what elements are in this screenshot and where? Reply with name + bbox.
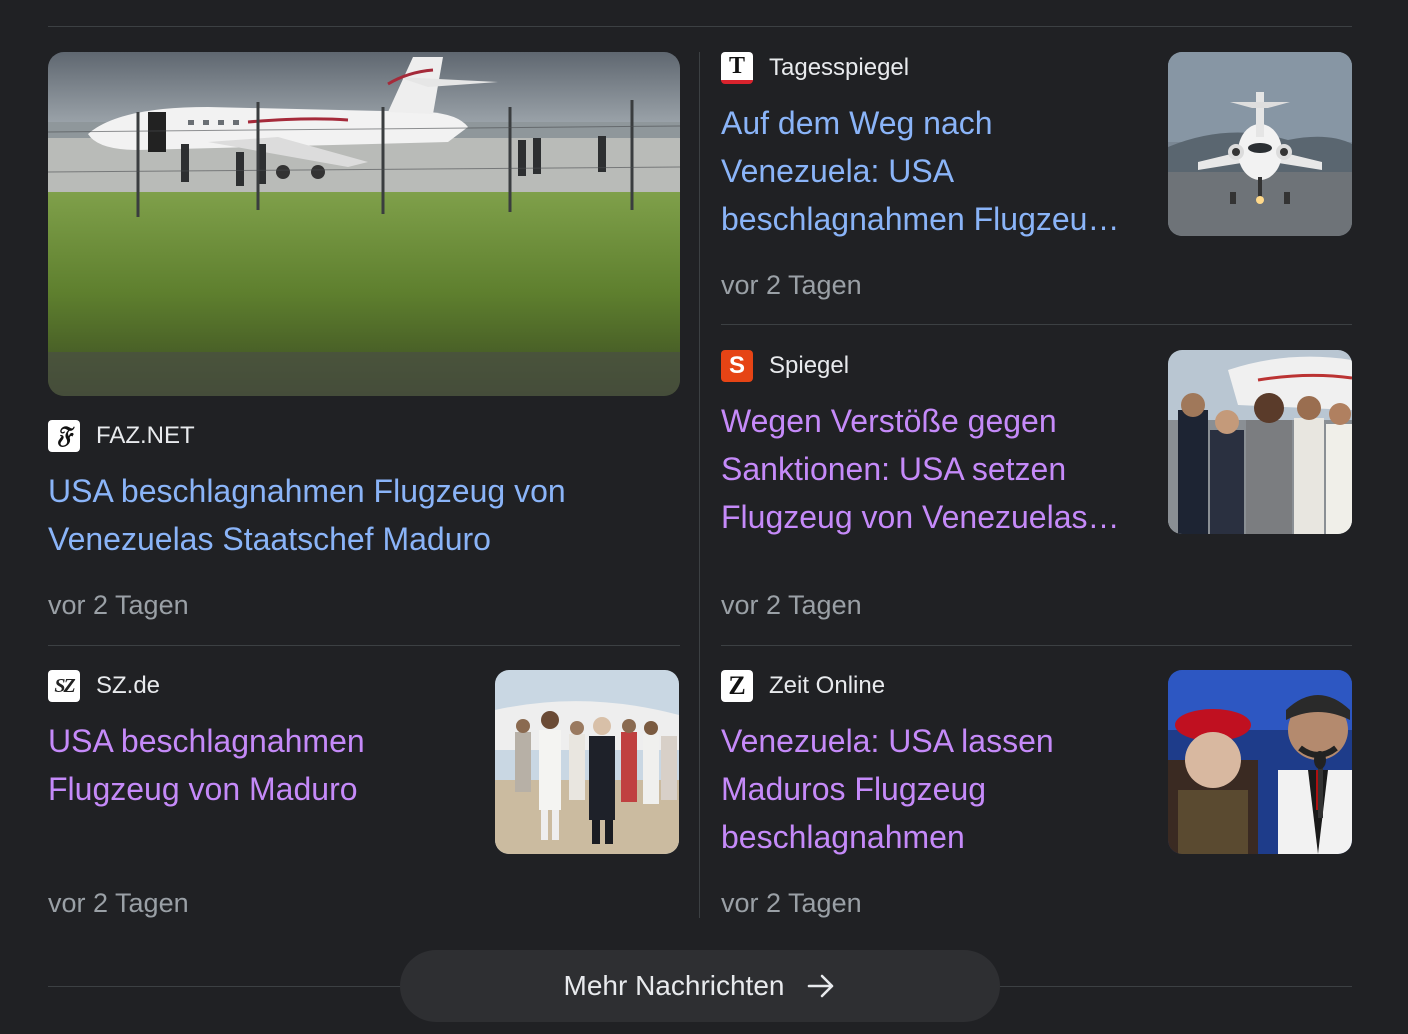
officials-at-jet-photo[interactable] [1168, 350, 1352, 534]
source-zeit: Z Zeit Online [721, 670, 885, 702]
timestamp: vor 2 Tagen [721, 270, 862, 300]
source-name: Zeit Online [769, 672, 886, 699]
source-name: SZ.de [96, 672, 161, 699]
source-name: FAZ.NET [96, 422, 195, 449]
timestamp: vor 2 Tagen [721, 888, 862, 918]
headline-link[interactable]: USA beschlagnahmen Flugzeug von Venezuel… [48, 467, 648, 563]
faz-logo-icon: 𝔉 [48, 420, 80, 452]
source-tagesspiegel: T Tagesspiegel [721, 52, 909, 84]
row-divider [721, 645, 1352, 646]
more-news-button[interactable]: Mehr Nachrichten [400, 950, 1000, 1022]
delegation-walking-photo[interactable] [495, 670, 679, 854]
arrow-right-icon [808, 974, 834, 998]
timestamp: vor 2 Tagen [48, 888, 189, 918]
row-divider [48, 645, 680, 646]
headline-link[interactable]: Auf dem Weg nach Venezuela: USA beschlag… [721, 99, 1126, 243]
source-name: Tagesspiegel [769, 54, 910, 81]
parked-jet-behind-fence-photo[interactable] [48, 52, 680, 396]
headline-link[interactable]: Venezuela: USA lassen Maduros Flugzeug b… [721, 717, 1126, 861]
spiegel-logo-icon: S [721, 350, 753, 382]
zeit-logo-icon: Z [721, 670, 753, 702]
timestamp: vor 2 Tagen [721, 590, 862, 620]
timestamp: vor 2 Tagen [48, 590, 189, 620]
source-sz: SZ SZ.de [48, 670, 160, 702]
column-divider [699, 52, 700, 918]
source-name: Spiegel [769, 352, 850, 379]
source-spiegel: S Spiegel [721, 350, 849, 382]
maduro-at-microphone-photo[interactable] [1168, 670, 1352, 854]
news-results-panel: 𝔉 FAZ.NET USA beschlagnahmen Flugzeug vo… [0, 0, 1408, 1034]
jet-front-view-photo[interactable] [1168, 52, 1352, 236]
top-divider [48, 26, 1352, 27]
row-divider [721, 324, 1352, 325]
source-faz: 𝔉 FAZ.NET [48, 420, 195, 452]
tagesspiegel-logo-icon: T [721, 52, 753, 84]
headline-link[interactable]: USA beschlagnahmen Flugzeug von Maduro [48, 717, 458, 813]
sz-logo-icon: SZ [48, 670, 80, 702]
more-news-label: Mehr Nachrichten [563, 970, 785, 1001]
headline-link[interactable]: Wegen Verstöße gegen Sanktionen: USA set… [721, 397, 1126, 541]
